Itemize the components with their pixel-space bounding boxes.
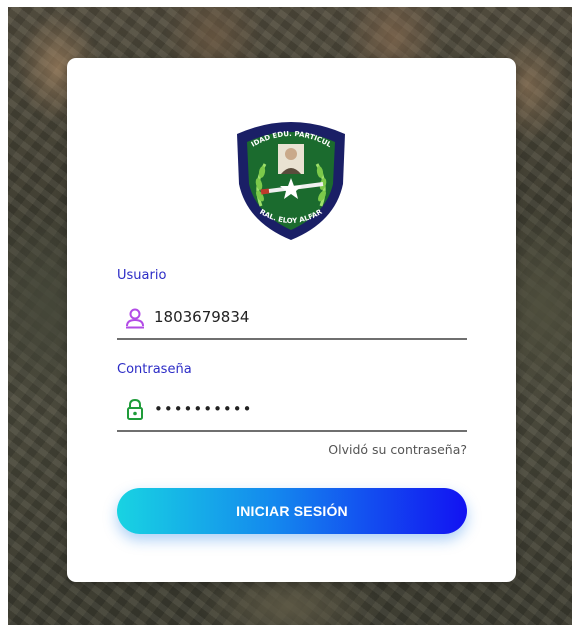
login-button[interactable]: INICIAR SESIÓN <box>117 488 467 534</box>
forgot-password-link[interactable]: Olvidó su contraseña? <box>328 442 467 457</box>
username-field-row <box>117 298 467 340</box>
lock-icon <box>127 398 143 420</box>
school-crest-logo: UNIDAD EDU. PARTICULAR GRAL. ELOY ALFARO <box>231 114 345 240</box>
user-icon <box>126 308 144 329</box>
username-label: Usuario <box>117 268 167 283</box>
password-field-row <box>117 390 467 432</box>
login-card: UNIDAD EDU. PARTICULAR GRAL. ELOY ALFARO… <box>67 58 516 582</box>
username-input[interactable] <box>154 304 454 330</box>
viewport: UNIDAD EDU. PARTICULAR GRAL. ELOY ALFARO… <box>0 0 573 630</box>
password-input[interactable] <box>154 396 454 422</box>
password-label: Contraseña <box>117 362 192 377</box>
